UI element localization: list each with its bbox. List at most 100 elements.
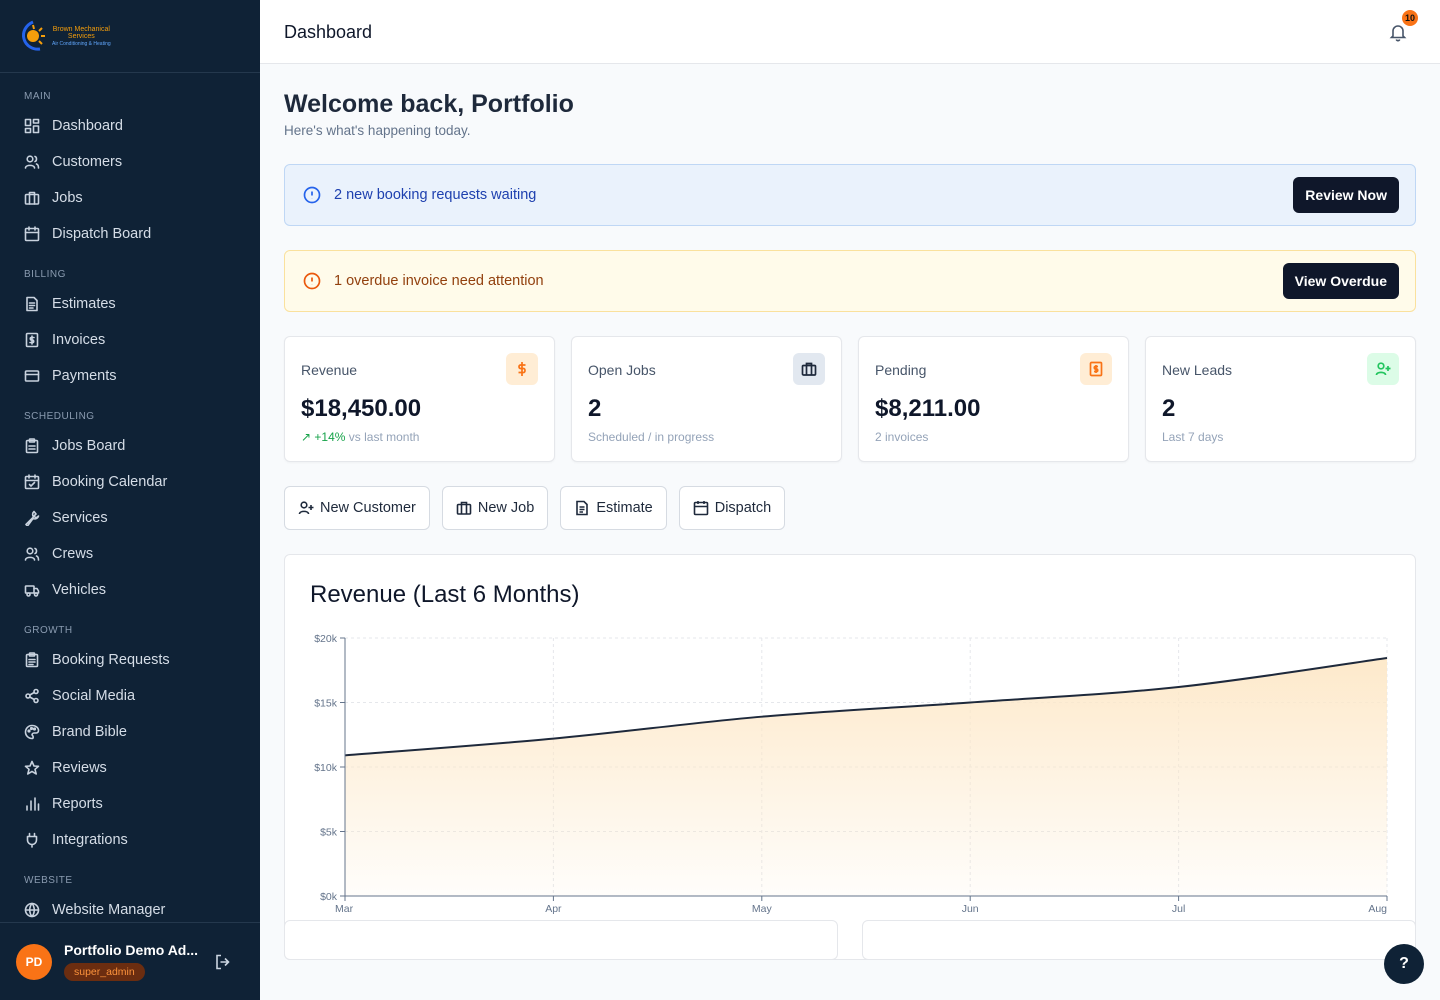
card-subtext: Scheduled / in progress xyxy=(588,430,715,444)
brand-logo[interactable]: Brown Mechanical Services Air Conditioni… xyxy=(18,19,111,53)
briefcase-icon xyxy=(456,501,472,515)
sidebar-item-label: Social Media xyxy=(52,688,136,704)
card-value: $18,450.00 xyxy=(301,395,422,422)
sidebar-item-vehicles[interactable]: Vehicles xyxy=(0,572,260,608)
pending-card[interactable]: Pending $8,211.00 2 invoices xyxy=(858,336,1129,462)
y-tick-label: $15k xyxy=(314,698,338,710)
sidebar-item-label: Brand Bible xyxy=(52,724,127,740)
sidebar-item-invoices[interactable]: Invoices xyxy=(0,322,260,358)
new-customer-button[interactable]: New Customer xyxy=(284,486,430,530)
clipboard-icon xyxy=(25,438,39,454)
button-label: Estimate xyxy=(596,500,653,516)
new-leads-card[interactable]: New Leads 2 Last 7 days xyxy=(1145,336,1416,462)
sidebar-item-label: Jobs Board xyxy=(52,438,126,454)
x-tick-label: Mar xyxy=(335,903,354,915)
clipboard-list-icon xyxy=(25,652,39,668)
sidebar-item-services[interactable]: Services xyxy=(0,500,260,536)
user-plus-icon xyxy=(1367,353,1399,385)
x-tick-label: Aug xyxy=(1368,903,1387,915)
sidebar-item-reviews[interactable]: Reviews xyxy=(0,750,260,786)
logout-icon[interactable] xyxy=(214,953,232,971)
users-icon xyxy=(24,155,40,169)
alert-text: 1 overdue invoice need attention xyxy=(334,273,544,289)
sidebar-item-dashboard[interactable]: Dashboard xyxy=(0,108,260,144)
card-subtext: 2 invoices xyxy=(875,430,929,444)
sidebar-item-dispatch-board[interactable]: Dispatch Board xyxy=(0,216,260,252)
sidebar-item-booking-requests[interactable]: Booking Requests xyxy=(0,642,260,678)
sidebar-item-label: Estimates xyxy=(52,296,116,312)
palette-icon xyxy=(24,724,40,740)
sidebar-item-label: Vehicles xyxy=(52,582,107,598)
sidebar-item-label: Payments xyxy=(52,368,117,384)
view-overdue-button[interactable]: View Overdue xyxy=(1282,263,1399,299)
alert-text: 2 new booking requests waiting xyxy=(334,187,537,203)
sidebar-item-label: Booking Calendar xyxy=(52,474,168,490)
card-value: $8,211.00 xyxy=(875,395,981,422)
open-jobs-card[interactable]: Open Jobs 2 Scheduled / in progress xyxy=(571,336,842,462)
section-title-website: WEBSITE xyxy=(24,875,73,886)
section-title-billing: BILLING xyxy=(24,269,66,280)
x-tick-label: May xyxy=(752,903,773,915)
truck-icon xyxy=(24,585,40,597)
sidebar-item-customers[interactable]: Customers xyxy=(0,144,260,180)
card-value: 2 xyxy=(1162,395,1176,422)
sidebar-item-website-manager[interactable]: Website Manager xyxy=(0,892,260,923)
sidebar-item-reports[interactable]: Reports xyxy=(0,786,260,822)
sidebar-item-estimates[interactable]: Estimates xyxy=(0,286,260,322)
review-now-button[interactable]: Review Now xyxy=(1293,177,1399,213)
card-label: Pending xyxy=(875,362,927,378)
sidebar-item-label: Reviews xyxy=(52,760,107,776)
user-plus-icon xyxy=(298,501,314,515)
y-tick-label: $5k xyxy=(320,827,338,839)
sidebar-item-label: Invoices xyxy=(52,332,106,348)
y-tick-label: $20k xyxy=(314,633,338,645)
sidebar-item-booking-calendar[interactable]: Booking Calendar xyxy=(0,464,260,500)
bell-icon[interactable] xyxy=(1388,22,1408,42)
card-label: Open Jobs xyxy=(588,362,656,378)
booking-requests-alert: 2 new booking requests waiting Review No… xyxy=(284,164,1416,226)
sidebar-item-label: Website Manager xyxy=(52,902,166,918)
receipt-icon xyxy=(1080,353,1112,385)
sidebar-item-label: Services xyxy=(52,510,108,526)
stat-cards: Revenue $18,450.00 ↗ +14% vs last month … xyxy=(284,336,1416,462)
alert-circle-icon xyxy=(303,272,321,290)
estimate-button[interactable]: Estimate xyxy=(560,486,667,530)
card-subtext: ↗ +14% vs last month xyxy=(301,430,419,444)
info-circle-icon xyxy=(303,186,321,204)
share-icon xyxy=(25,688,39,704)
file-text-icon xyxy=(26,296,38,312)
card-label: New Leads xyxy=(1162,362,1233,378)
avatar[interactable]: PD xyxy=(16,943,52,980)
sidebar-item-jobs-board[interactable]: Jobs Board xyxy=(0,428,260,464)
briefcase-icon xyxy=(24,191,40,205)
button-label: Dispatch xyxy=(714,500,772,516)
sidebar-item-social-media[interactable]: Social Media xyxy=(0,678,260,714)
button-label: New Job xyxy=(477,500,535,516)
help-button[interactable]: ? xyxy=(1384,944,1424,984)
x-tick-label: Apr xyxy=(545,903,562,915)
revenue-area-fill xyxy=(345,657,1387,896)
section-title-growth: GROWTH xyxy=(24,625,73,636)
sidebar-item-integrations[interactable]: Integrations xyxy=(0,822,260,858)
y-tick-label: $0k xyxy=(320,891,338,903)
top-header: Dashboard 10 xyxy=(260,0,1440,64)
user-profile: PD Portfolio Demo Ad... super_admin xyxy=(0,922,260,1000)
card-value: 2 xyxy=(588,395,602,422)
trend-caption: vs last month xyxy=(348,430,420,444)
wrench-icon xyxy=(25,510,40,526)
sidebar-item-jobs[interactable]: Jobs xyxy=(0,180,260,216)
dispatch-button[interactable]: Dispatch xyxy=(678,486,786,530)
brand-tagline: Air Conditioning & Heating xyxy=(52,40,111,47)
sidebar-item-brand-bible[interactable]: Brand Bible xyxy=(0,714,260,750)
card-label: Revenue xyxy=(301,362,358,378)
button-label: New Customer xyxy=(320,500,416,516)
brand-name: Brown Mechanical xyxy=(52,25,110,33)
new-job-button[interactable]: New Job xyxy=(441,486,549,530)
revenue-card[interactable]: Revenue $18,450.00 ↗ +14% vs last month xyxy=(284,336,555,462)
role-badge: super_admin xyxy=(64,963,145,981)
sidebar-nav: MAIN Dashboard Customers Jobs Dispatch B… xyxy=(0,73,260,923)
x-tick-label: Jul xyxy=(1172,903,1185,915)
sidebar-item-label: Dashboard xyxy=(52,118,123,134)
sidebar-item-crews[interactable]: Crews xyxy=(0,536,260,572)
sidebar-item-payments[interactable]: Payments xyxy=(0,358,260,394)
